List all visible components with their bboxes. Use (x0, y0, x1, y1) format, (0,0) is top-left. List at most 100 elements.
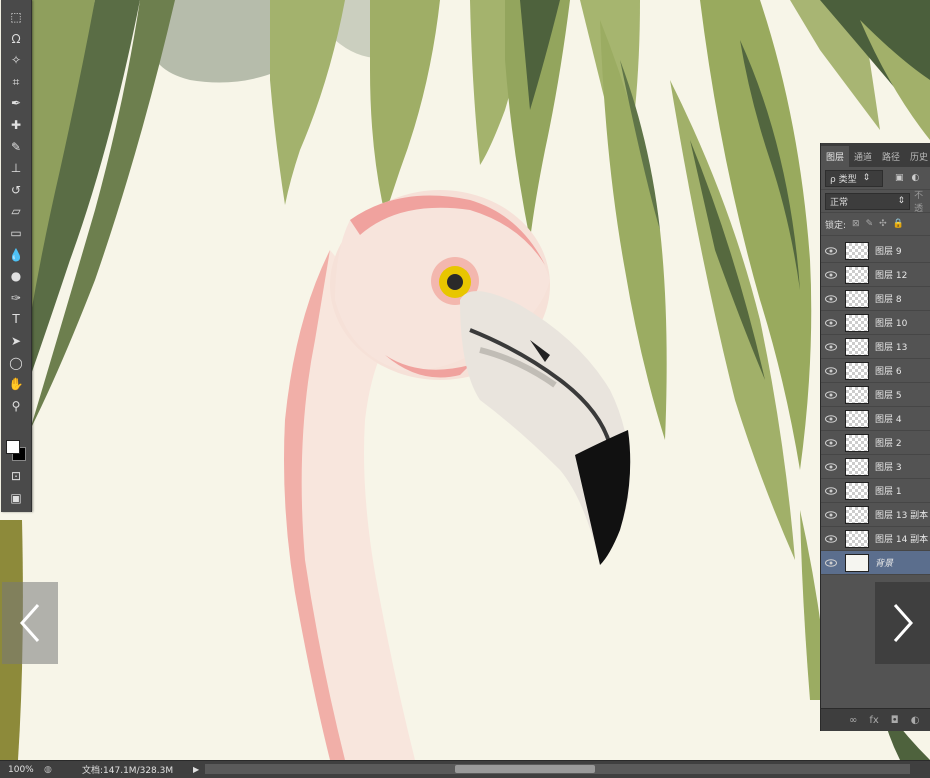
visibility-eye-icon[interactable] (821, 294, 841, 303)
blend-mode-select[interactable]: 正常 ⇕ (825, 192, 911, 210)
foreground-color-swatch[interactable] (6, 440, 20, 454)
tab-1[interactable]: 通道 (849, 146, 877, 167)
visibility-eye-icon[interactable] (821, 414, 841, 423)
eraser-tool-icon[interactable]: ▱ (5, 201, 27, 221)
layer-name: 图层 13 副本 (875, 511, 929, 521)
screen-mode-icon[interactable]: ▣ (5, 488, 27, 508)
visibility-eye-icon[interactable] (821, 270, 841, 279)
layer-thumbnail (845, 409, 869, 428)
pen-tool-icon[interactable]: ✑ (5, 288, 27, 308)
layer-name: 图层 1 (875, 487, 902, 497)
visibility-eye-icon[interactable] (821, 510, 841, 519)
hand-tool-icon[interactable]: ✋ (5, 374, 27, 394)
lasso-tool-icon[interactable]: ᘯ (5, 29, 27, 49)
layer-row[interactable]: 图层 2 (821, 431, 930, 455)
layer-name: 图层 14 副本 (875, 535, 929, 545)
layer-row[interactable]: 图层 10 (821, 311, 930, 335)
previous-image-button[interactable] (2, 582, 58, 664)
proof-icon: ◍ (44, 764, 52, 775)
next-image-button[interactable] (875, 582, 930, 664)
layer-row[interactable]: 图层 1 (821, 479, 930, 503)
visibility-eye-icon[interactable] (821, 486, 841, 495)
layer-thumbnail (845, 313, 869, 332)
ellipse-tool-icon[interactable]: ◯ (5, 353, 27, 373)
dodge-tool-icon[interactable]: ● (5, 266, 27, 286)
visibility-eye-icon[interactable] (821, 390, 841, 399)
layer-filter-select[interactable]: ρ 类型 ⇕ (825, 169, 883, 187)
chevron-updown-icon: ⇕ (862, 173, 871, 183)
visibility-eye-icon[interactable] (821, 438, 841, 447)
clone-stamp-tool-icon[interactable]: ⊥ (5, 158, 27, 178)
image-filter-icon[interactable]: ▣ (895, 173, 904, 183)
tab-3[interactable]: 历史 (905, 146, 930, 167)
layer-row[interactable]: 图层 13 (821, 335, 930, 359)
gradient-tool-icon[interactable]: ▭ (5, 223, 27, 243)
layer-row[interactable]: 图层 4 (821, 407, 930, 431)
opacity-label: 不透 (914, 191, 924, 214)
visibility-eye-icon[interactable] (821, 246, 841, 255)
layer-row[interactable]: 图层 3 (821, 455, 930, 479)
layers-panel-footer: ∞ fx ◘ ◐ (821, 708, 930, 731)
layer-thumbnail (845, 529, 869, 548)
layer-thumbnail (845, 289, 869, 308)
lock-all-icon[interactable]: 🔒 (893, 219, 904, 229)
layer-row[interactable]: 图层 14 副本 (821, 527, 930, 551)
horizontal-scrollbar[interactable] (205, 764, 910, 774)
layer-name: 图层 3 (875, 463, 902, 473)
layer-list: 图层 9 图层 12 图层 8 图层 10 图层 13 图层 6 图层 5 图层 4 图层 2 图… (821, 239, 930, 575)
lock-position-icon[interactable]: ✣ (879, 219, 887, 229)
layer-row[interactable]: 图层 8 (821, 287, 930, 311)
path-selection-tool-icon[interactable]: ➤ (5, 331, 27, 351)
layer-thumbnail (845, 361, 869, 380)
flamingo-artwork (0, 0, 930, 760)
tab-2[interactable]: 路径 (877, 146, 905, 167)
scrollbar-thumb[interactable] (455, 765, 595, 773)
visibility-eye-icon[interactable] (821, 558, 841, 567)
document-canvas[interactable] (0, 0, 930, 760)
tab-0[interactable]: 图层 (821, 146, 850, 167)
visibility-eye-icon[interactable] (821, 342, 841, 351)
layer-row[interactable]: 图层 6 (821, 359, 930, 383)
eyedropper-tool-icon[interactable]: ✒ (5, 93, 27, 113)
add-mask-icon[interactable]: ◘ (891, 715, 899, 726)
adjustment-filter-icon[interactable]: ◐ (912, 173, 920, 183)
zoom-level[interactable]: 100% (0, 765, 38, 775)
layer-row[interactable]: 图层 12 (821, 263, 930, 287)
visibility-eye-icon[interactable] (821, 366, 841, 375)
tools-panel: ⬚ ᘯ ✧ ⌗ ✒ ✚ ✎ ⊥ ↺ ▱ ▭ 💧 ● ✑ T ➤ ◯ ✋ ⚲ ⊡ ▣ (1, 0, 32, 512)
link-layers-icon[interactable]: ∞ (849, 715, 857, 726)
chevron-left-icon (19, 604, 40, 642)
blend-mode-row: 正常 ⇕ 不透 (821, 190, 930, 214)
layer-name: 图层 2 (875, 439, 902, 449)
lock-pixels-icon[interactable]: ✎ (866, 219, 874, 229)
blur-tool-icon[interactable]: 💧 (5, 245, 27, 265)
adjustment-layer-icon[interactable]: ◐ (911, 715, 920, 726)
blend-mode-label: 正常 (830, 197, 849, 208)
marquee-tool-icon[interactable]: ⬚ (5, 7, 27, 27)
quick-mask-icon[interactable]: ⊡ (5, 466, 27, 486)
layer-name: 图层 13 (875, 343, 908, 353)
history-brush-tool-icon[interactable]: ↺ (5, 180, 27, 200)
layer-thumbnail (845, 505, 869, 524)
lock-transparency-icon[interactable]: ⊠ (852, 219, 860, 229)
visibility-eye-icon[interactable] (821, 534, 841, 543)
layer-name: 图层 8 (875, 295, 902, 305)
magic-wand-tool-icon[interactable]: ✧ (5, 50, 27, 70)
visibility-eye-icon[interactable] (821, 462, 841, 471)
layer-row[interactable]: 图层 13 副本 (821, 503, 930, 527)
zoom-tool-icon[interactable]: ⚲ (5, 396, 27, 416)
chevron-updown-icon: ⇕ (897, 196, 906, 206)
layer-row[interactable]: 背景 (821, 551, 930, 575)
healing-brush-tool-icon[interactable]: ✚ (5, 115, 27, 135)
layer-name: 图层 6 (875, 367, 902, 377)
crop-tool-icon[interactable]: ⌗ (5, 72, 27, 92)
status-menu-arrow[interactable]: ▶ (193, 765, 199, 774)
layer-row[interactable]: 图层 9 (821, 239, 930, 263)
layer-row[interactable]: 图层 5 (821, 383, 930, 407)
chevron-right-icon (893, 604, 914, 642)
visibility-eye-icon[interactable] (821, 318, 841, 327)
layer-thumbnail (845, 457, 869, 476)
layer-style-icon[interactable]: fx (869, 715, 878, 726)
type-tool-icon[interactable]: T (5, 309, 27, 329)
brush-tool-icon[interactable]: ✎ (5, 137, 27, 157)
